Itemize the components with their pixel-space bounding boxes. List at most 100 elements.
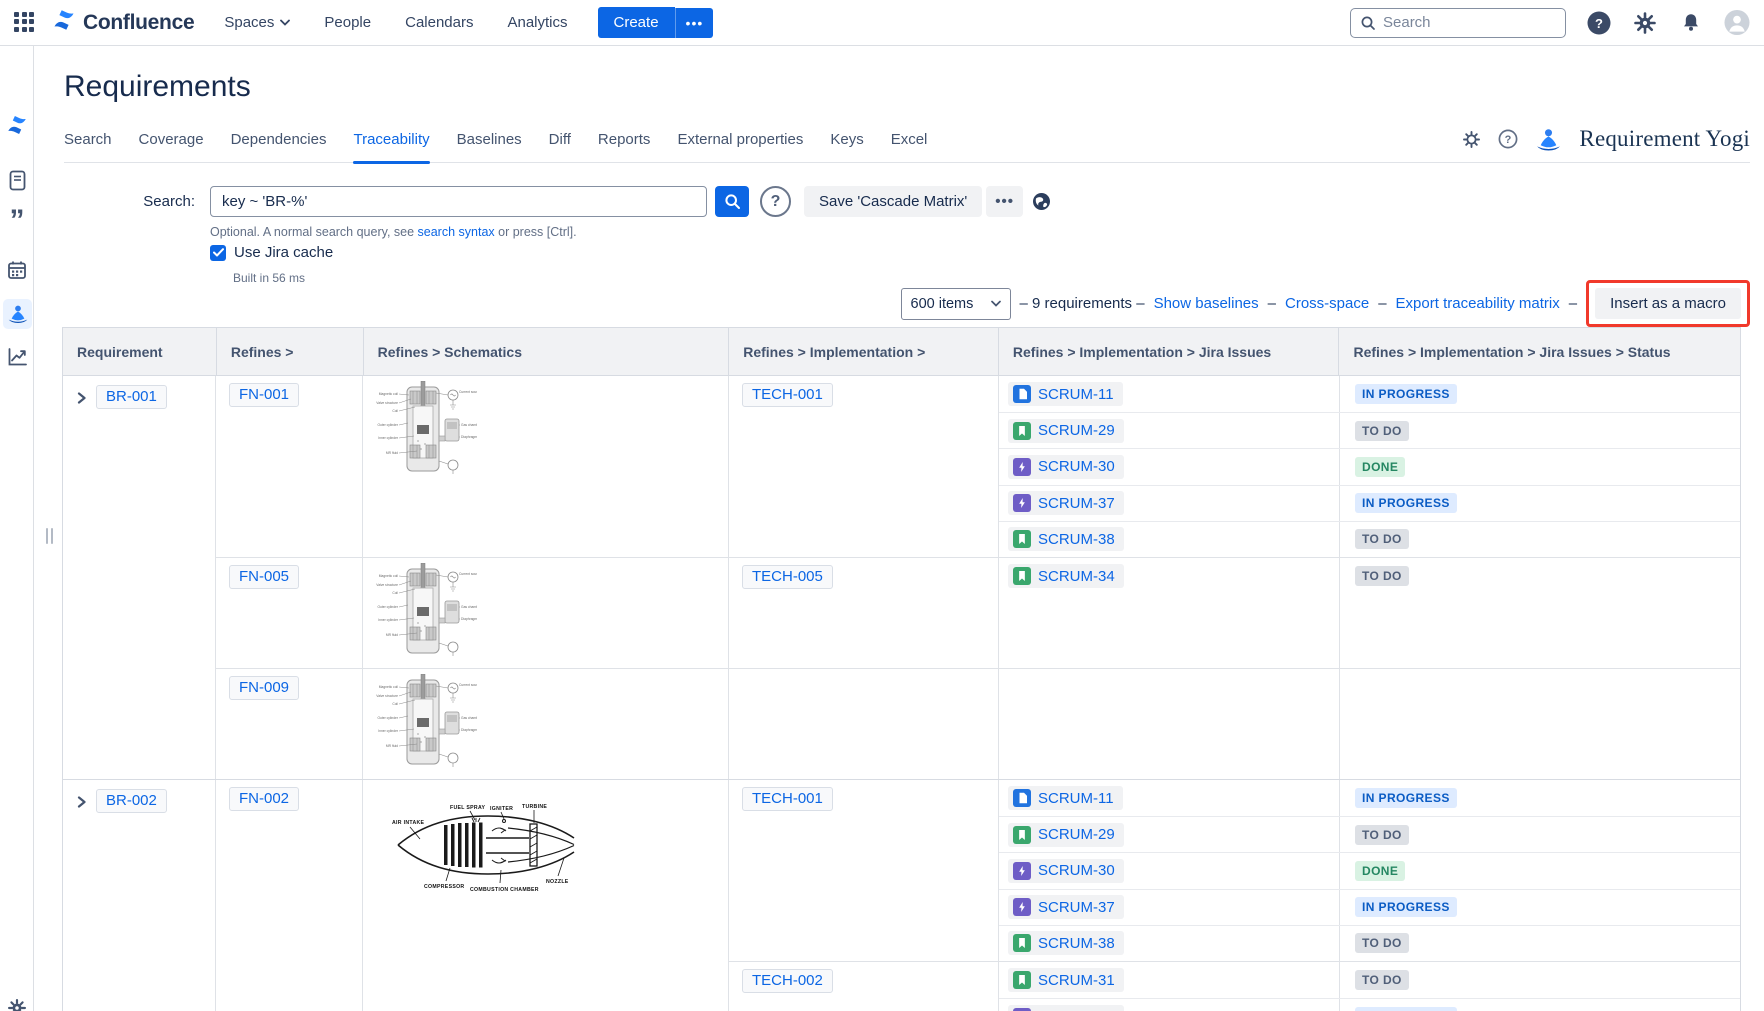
svg-text:Current source: Current source [459, 390, 477, 394]
tab-coverage[interactable]: Coverage [139, 116, 204, 163]
jira-issue-link[interactable]: SCRUM-29 [1008, 823, 1124, 847]
nav-spaces[interactable]: Spaces [224, 14, 290, 31]
status-badge: DONE [1355, 457, 1405, 477]
jira-cache-checkbox[interactable] [210, 245, 226, 261]
sidebar-resize-grip[interactable] [46, 528, 56, 544]
show-baselines-link[interactable]: Show baselines [1154, 295, 1259, 312]
search-form-row: Search: ? Save 'Cascade Matrix' ••• [64, 186, 1051, 217]
svg-text:Outer cylinder: Outer cylinder [377, 716, 398, 720]
create-more-button[interactable]: ••• [675, 8, 714, 38]
fn-link[interactable]: FN-001 [229, 383, 299, 407]
expand-chevron-icon[interactable] [76, 796, 87, 808]
export-traceability-matrix-link[interactable]: Export traceability matrix [1396, 295, 1560, 312]
scope-globe-icon[interactable] [1032, 192, 1051, 211]
run-search-button[interactable] [715, 186, 749, 217]
create-button[interactable]: Create [598, 7, 675, 38]
confluence-logo[interactable]: Confluence [52, 8, 194, 37]
requirement-link[interactable]: BR-001 [96, 385, 167, 409]
nav-people[interactable]: People [324, 14, 371, 31]
requirement-link[interactable]: BR-002 [96, 789, 167, 813]
tab-search[interactable]: Search [64, 116, 112, 163]
jira-issue-link[interactable]: SCRUM-37 [1008, 1005, 1124, 1011]
confluence-logo-icon [52, 8, 76, 37]
jira-issue-link[interactable]: SCRUM-37 [1008, 491, 1124, 515]
tab-keys[interactable]: Keys [830, 116, 863, 163]
tab-dependencies[interactable]: Dependencies [231, 116, 327, 163]
cross-space-link[interactable]: Cross-space [1285, 295, 1369, 312]
jira-issue-row: SCRUM-38 TO DO [999, 521, 1740, 557]
nav-analytics[interactable]: Analytics [507, 14, 567, 31]
chevron-down-icon [280, 19, 290, 26]
sidebar-settings-gear-icon[interactable] [0, 998, 34, 1011]
jira-issue-link[interactable]: SCRUM-29 [1008, 419, 1124, 443]
global-search-input[interactable] [1383, 14, 1543, 31]
search-syntax-link[interactable]: search syntax [418, 225, 495, 239]
jira-issue-link[interactable]: SCRUM-30 [1008, 859, 1124, 883]
svg-text:Inner cylinder: Inner cylinder [378, 618, 399, 622]
column-header-jira-issues: Refines > Implementation > Jira Issues [999, 328, 1340, 375]
tab-baselines[interactable]: Baselines [457, 116, 522, 163]
jira-issue-link[interactable]: SCRUM-11 [1008, 382, 1123, 406]
sidebar-notes-icon[interactable] [0, 170, 34, 191]
tech-link[interactable]: TECH-005 [742, 565, 833, 589]
jira-issue-link[interactable]: SCRUM-11 [1008, 786, 1123, 810]
sidebar-analytics-icon[interactable] [0, 347, 34, 367]
svg-text:AIR INTAKE: AIR INTAKE [392, 820, 425, 826]
global-search[interactable] [1350, 8, 1566, 38]
search-more-button[interactable]: ••• [986, 186, 1023, 217]
jira-issue-link[interactable]: SCRUM-30 [1008, 455, 1124, 479]
tab-traceability[interactable]: Traceability [353, 116, 429, 163]
fn-link[interactable]: FN-002 [229, 787, 299, 811]
save-cascade-matrix-button[interactable]: Save 'Cascade Matrix' [804, 186, 982, 217]
tech-link[interactable]: TECH-002 [742, 969, 833, 993]
help-icon[interactable]: ? [1586, 10, 1612, 36]
tab-diff[interactable]: Diff [549, 116, 571, 163]
jira-issue-link[interactable]: SCRUM-34 [1008, 564, 1124, 588]
jira-issue-row: SCRUM-34 TO DO [999, 558, 1740, 594]
notifications-bell-icon[interactable] [1678, 10, 1704, 36]
svg-text:Gas chamber: Gas chamber [461, 605, 477, 609]
tab-excel[interactable]: Excel [891, 116, 928, 163]
query-help-button[interactable]: ? [760, 186, 791, 217]
tech-link[interactable]: TECH-001 [742, 787, 833, 811]
jira-issue-link[interactable]: SCRUM-38 [1008, 931, 1124, 955]
jira-story-icon [1013, 826, 1031, 844]
items-count-select[interactable]: 600 items [901, 288, 1011, 320]
fn-link[interactable]: FN-009 [229, 676, 299, 700]
user-avatar[interactable] [1724, 10, 1750, 36]
nav-calendars[interactable]: Calendars [405, 14, 473, 31]
svg-text:MR fluid: MR fluid [386, 633, 398, 637]
jira-issue-link[interactable]: SCRUM-37 [1008, 895, 1124, 919]
tools-gear-icon[interactable] [1462, 130, 1481, 149]
settings-gear-icon[interactable] [1632, 10, 1658, 36]
column-header-jira-status: Refines > Implementation > Jira Issues >… [1339, 328, 1740, 375]
schematic-damper-image: Magnetic coil Valve structure Coil Outer… [373, 674, 477, 770]
fn-link[interactable]: FN-005 [229, 565, 299, 589]
tech-row: TECH-001 SCRUM-11 IN PROGRESS SCRUM-29 T… [729, 780, 1740, 961]
sidebar-calendar-icon[interactable] [0, 260, 34, 280]
insert-as-macro-button[interactable]: Insert as a macro [1595, 288, 1741, 319]
sidebar-requirement-yogi-icon[interactable] [3, 299, 32, 329]
jira-issue-link[interactable]: SCRUM-31 [1008, 968, 1124, 992]
jira-issue-row: SCRUM-11 IN PROGRESS [999, 376, 1740, 412]
tab-reports[interactable]: Reports [598, 116, 651, 163]
tech-link[interactable]: TECH-001 [742, 383, 833, 407]
tech-row: TECH-005 SCRUM-34 TO DO [729, 558, 1740, 668]
jira-task-icon [1013, 385, 1031, 403]
module-tabs: Search Coverage Dependencies Traceabilit… [64, 116, 1750, 163]
expand-chevron-icon[interactable] [76, 392, 87, 404]
sidebar-confluence-icon[interactable] [0, 114, 34, 136]
sidebar-quotes-icon[interactable]: ” [0, 208, 34, 234]
jira-epic-icon [1013, 898, 1031, 916]
jira-cache-checkbox-row[interactable]: Use Jira cache [210, 244, 333, 261]
module-help-icon[interactable]: ? [1498, 129, 1518, 149]
jira-task-icon [1013, 789, 1031, 807]
jira-issue-link[interactable]: SCRUM-38 [1008, 527, 1124, 551]
tab-external-properties[interactable]: External properties [677, 116, 803, 163]
query-input[interactable] [210, 186, 707, 217]
search-label: Search: [64, 193, 195, 210]
column-header-refines: Refines > [217, 328, 364, 375]
jira-issue-row: SCRUM-29 TO DO [999, 412, 1740, 448]
status-badge: DONE [1355, 861, 1405, 881]
app-switcher-icon[interactable] [14, 12, 36, 34]
